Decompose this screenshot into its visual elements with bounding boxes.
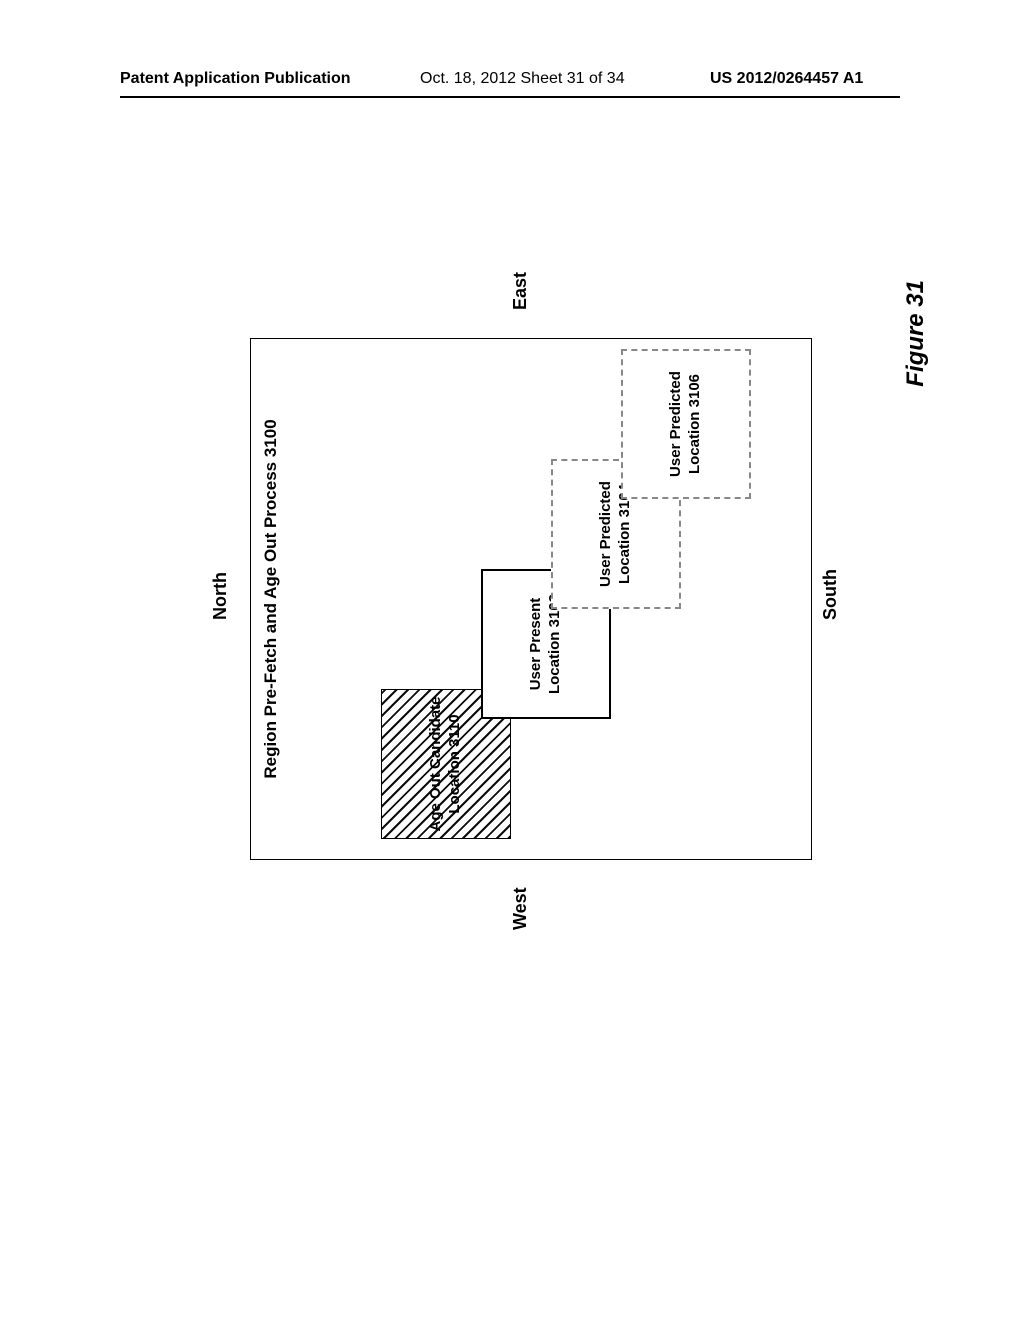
header-date-sheet: Oct. 18, 2012 Sheet 31 of 34	[420, 70, 625, 88]
header-pubnumber: US 2012/0264457 A1	[710, 70, 863, 88]
region-title: Region Pre-Fetch and Age Out Process 310…	[261, 419, 281, 778]
page: Patent Application Publication Oct. 18, …	[0, 0, 1024, 1320]
region-frame: Region Pre-Fetch and Age Out Process 310…	[250, 338, 812, 860]
header-rule	[120, 96, 900, 98]
compass-south: South	[820, 569, 841, 620]
compass-north: North	[210, 572, 231, 620]
header-publication: Patent Application Publication	[120, 70, 351, 88]
predicted2-label: User Predicted Location 3106	[667, 357, 705, 491]
compass-east: East	[510, 272, 531, 310]
figure-caption: Figure 31	[902, 280, 930, 387]
diagram-container: North South West East Region Pre-Fetch a…	[180, 250, 880, 950]
predicted2-box: User Predicted Location 3106	[621, 349, 751, 499]
compass-west: West	[510, 887, 531, 930]
ageout-label: Age Out Candidate Location 3110	[427, 696, 465, 832]
diagram-stage: North South West East Region Pre-Fetch a…	[180, 250, 880, 950]
